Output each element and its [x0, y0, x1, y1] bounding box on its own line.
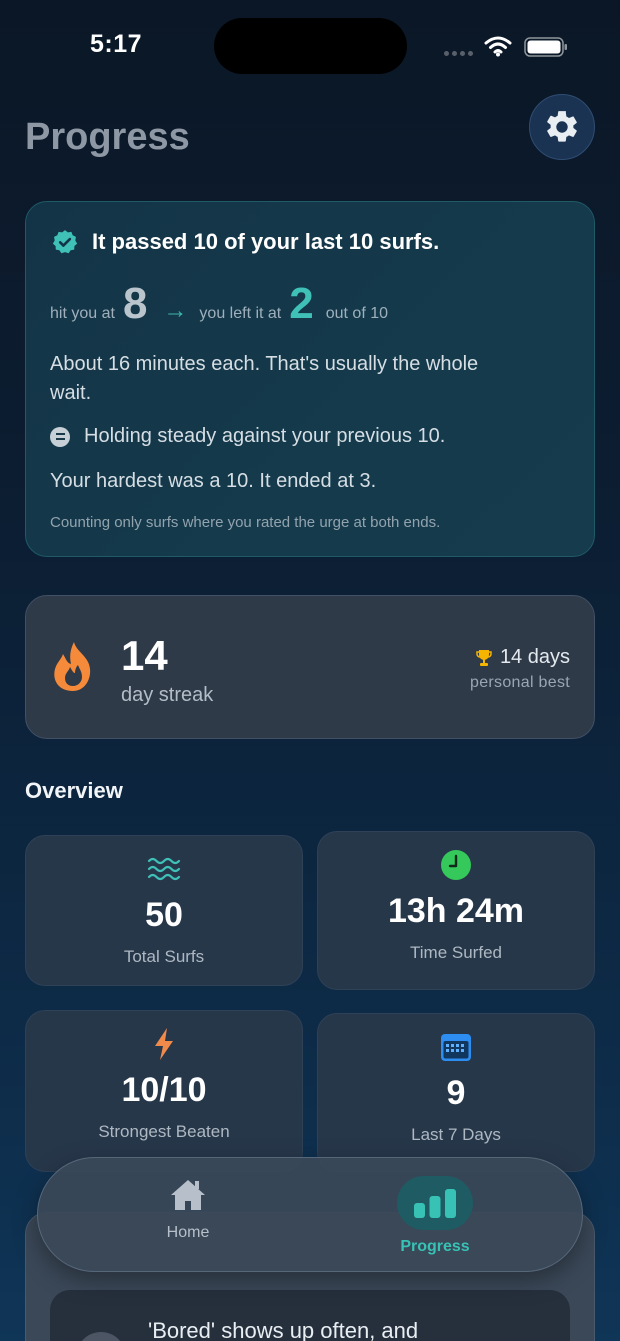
urge-change-row: hit you at 8 → you left it at 2 out of 1… [50, 282, 388, 326]
cellular-signal-icon [444, 51, 473, 56]
insight-footnote: Counting only surfs where you rated the … [50, 514, 441, 531]
urge-start-value: 8 [122, 279, 148, 328]
personal-best-label: personal best [470, 674, 570, 691]
bar-chart-icon [414, 1189, 456, 1218]
personal-best-row: 14 days [476, 646, 570, 669]
stat-label: Strongest Beaten [98, 1122, 230, 1141]
calendar-icon [441, 1034, 471, 1061]
out-of-label: out of 10 [325, 305, 389, 322]
overview-title: Overview [25, 778, 123, 803]
arrow-right-icon: → [163, 297, 188, 324]
dynamic-island [214, 18, 407, 74]
tab-home-label: Home [166, 1224, 210, 1241]
insight-minutes-text: About 16 minutes each. That's usually th… [50, 353, 479, 404]
insight-card: It passed 10 of your last 10 surfs. hit … [25, 201, 595, 557]
hardest-surf-text: Your hardest was a 10. It ended at 3. [50, 470, 377, 492]
stat-value: 50 [145, 896, 183, 934]
verified-badge-icon [52, 230, 78, 254]
page-title: Progress [25, 116, 190, 158]
trend-row: Holding steady against your previous 10. [50, 425, 445, 448]
flame-icon [54, 642, 91, 691]
streak-value: 14 [121, 632, 168, 679]
settings-button[interactable] [529, 94, 595, 160]
urge-end-value: 2 [289, 279, 314, 328]
streak-card: 14 day streak 14 days personal best [25, 595, 595, 739]
waves-icon [147, 857, 181, 881]
stat-label: Total Surfs [123, 947, 205, 966]
tab-home[interactable]: Home [148, 1178, 228, 1242]
clock-icon [441, 850, 471, 880]
stat-card-time-surfed: 13h 24m Time Surfed [317, 831, 595, 990]
battery-icon [524, 37, 567, 57]
gear-icon [547, 111, 577, 142]
trophy-icon [476, 649, 492, 666]
streak-label: day streak [121, 684, 214, 706]
stat-label: Last 7 Days [411, 1125, 501, 1144]
hit-prefix: hit you at [50, 305, 115, 322]
tab-progress[interactable]: Progress [388, 1176, 482, 1256]
trend-text: Holding steady against your previous 10. [84, 425, 446, 447]
insight-headline: It passed 10 of your last 10 surfs. [52, 229, 439, 255]
equal-circle-icon [50, 426, 70, 447]
tip-text: 'Bored' shows up often, and [148, 1318, 419, 1341]
personal-best-value: 14 days [499, 646, 570, 668]
bolt-icon [155, 1028, 173, 1060]
left-prefix: you left it at [199, 305, 282, 322]
tab-progress-label: Progress [400, 1238, 470, 1255]
tab-bar: Home Progress [37, 1157, 583, 1272]
wifi-icon [484, 36, 512, 57]
stat-card-last-7-days: 9 Last 7 Days [317, 1013, 595, 1172]
insight-headline-text: It passed 10 of your last 10 surfs. [92, 229, 440, 254]
status-time: 5:17 [90, 30, 143, 58]
house-icon [171, 1180, 205, 1210]
stat-card-total-surfs: 50 Total Surfs [25, 835, 303, 986]
tab-progress-highlight [397, 1176, 473, 1230]
stat-card-strongest-beaten: 10/10 Strongest Beaten [25, 1010, 303, 1172]
stat-value: 13h 24m [387, 892, 525, 930]
stat-value: 9 [446, 1074, 466, 1112]
stat-label: Time Surfed [410, 943, 502, 962]
stat-value: 10/10 [121, 1071, 207, 1109]
